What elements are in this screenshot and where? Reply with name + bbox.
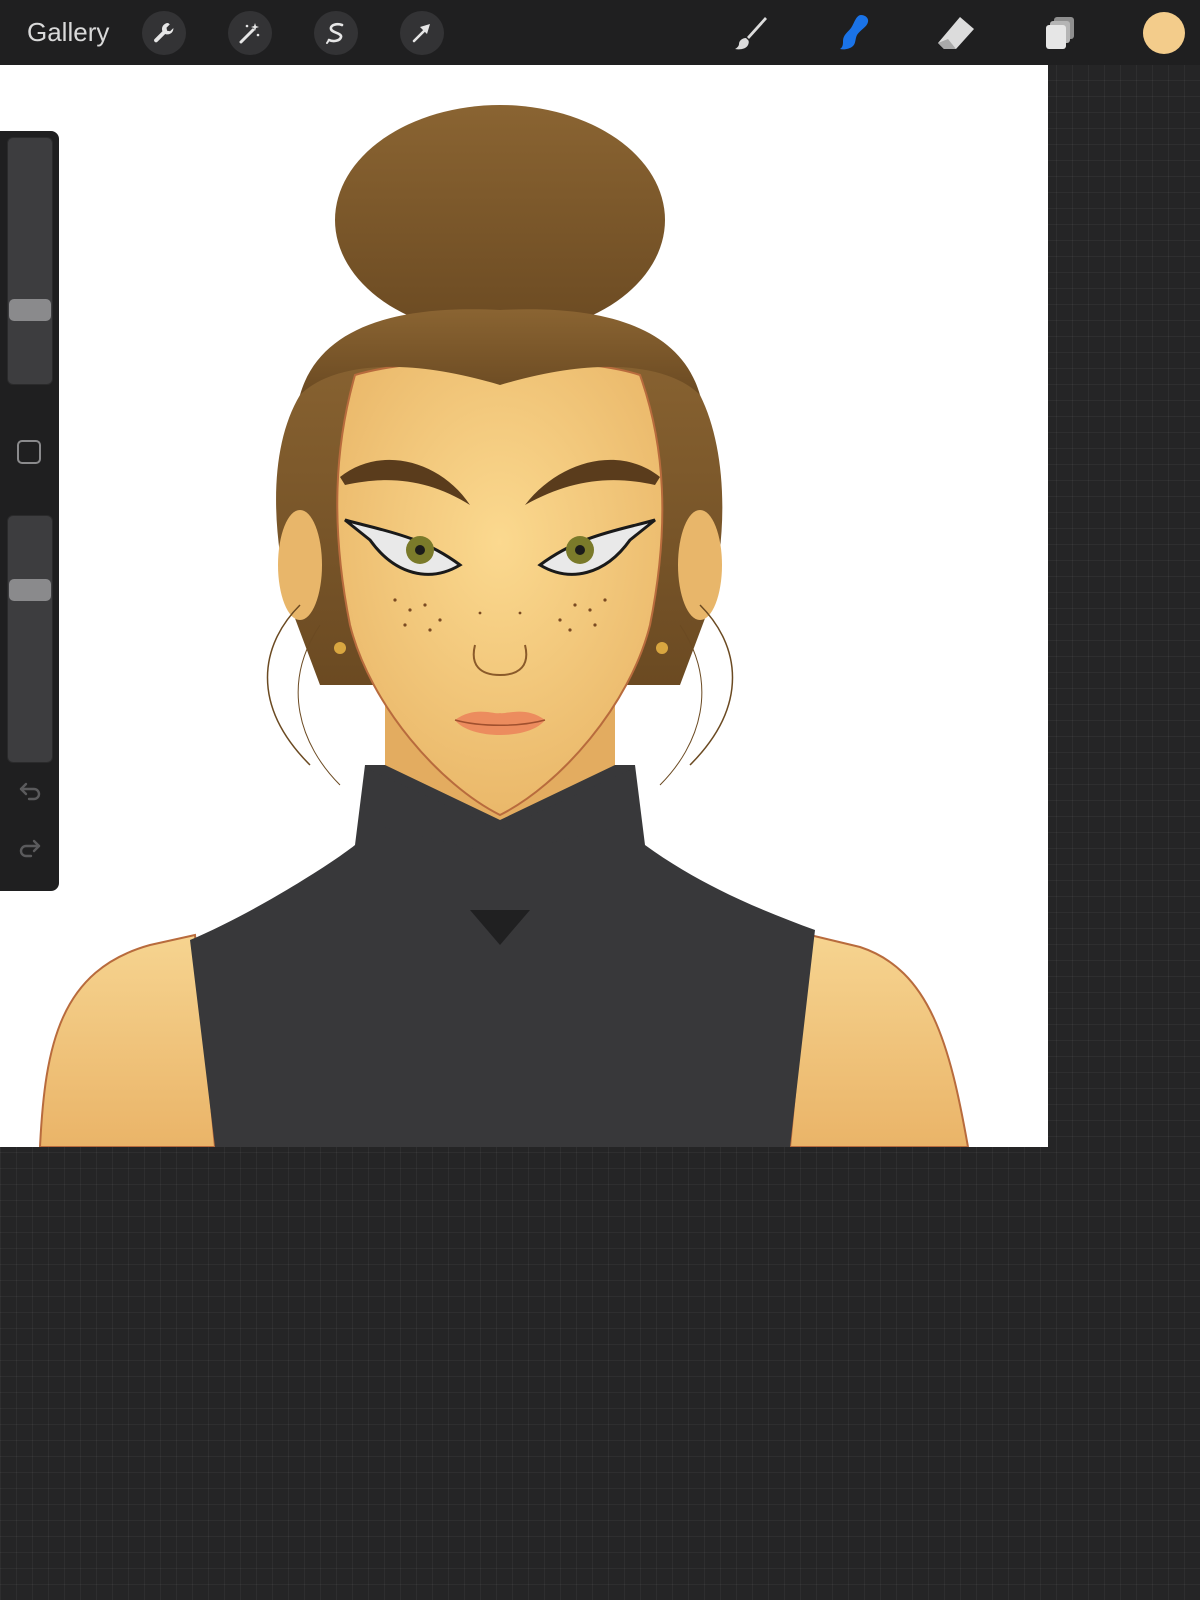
eraser-tool-button[interactable] [931,8,981,58]
adjustments-button[interactable] [228,11,272,55]
transform-button[interactable] [400,11,444,55]
actions-button[interactable] [142,11,186,55]
wrench-icon [154,22,174,43]
paint-tool-button[interactable] [726,8,776,58]
redo-icon [19,839,41,858]
redo-button[interactable] [16,834,44,862]
smudge-icon [840,15,869,50]
brush-sidebar [0,131,59,891]
portrait-artwork [38,105,970,1147]
selection-button[interactable] [314,11,358,55]
paintbrush-icon [735,17,767,50]
undo-icon [19,782,41,801]
layers-icon [1046,17,1074,49]
black-turtleneck [190,765,815,1147]
right-shoulder [788,933,970,1147]
undo-button[interactable] [16,777,44,805]
transform-arrow-icon [412,24,430,43]
gallery-button[interactable]: Gallery [27,16,109,48]
color-swatch-button[interactable] [1143,12,1185,54]
brush-opacity-slider[interactable] [7,515,53,763]
brush-opacity-thumb[interactable] [9,579,51,601]
brush-size-slider[interactable] [7,137,53,385]
eraser-icon [938,17,974,49]
left-shoulder [38,933,217,1147]
magic-wand-icon [239,23,260,44]
selection-icon [326,22,344,44]
layers-button[interactable] [1035,8,1085,58]
brush-size-thumb[interactable] [9,299,51,321]
hair-bun [335,105,665,335]
smudge-tool-button[interactable] [828,8,878,58]
modify-square-icon[interactable] [17,440,41,464]
top-toolbar: Gallery [0,0,1200,65]
drawing-canvas[interactable] [0,65,1048,1147]
